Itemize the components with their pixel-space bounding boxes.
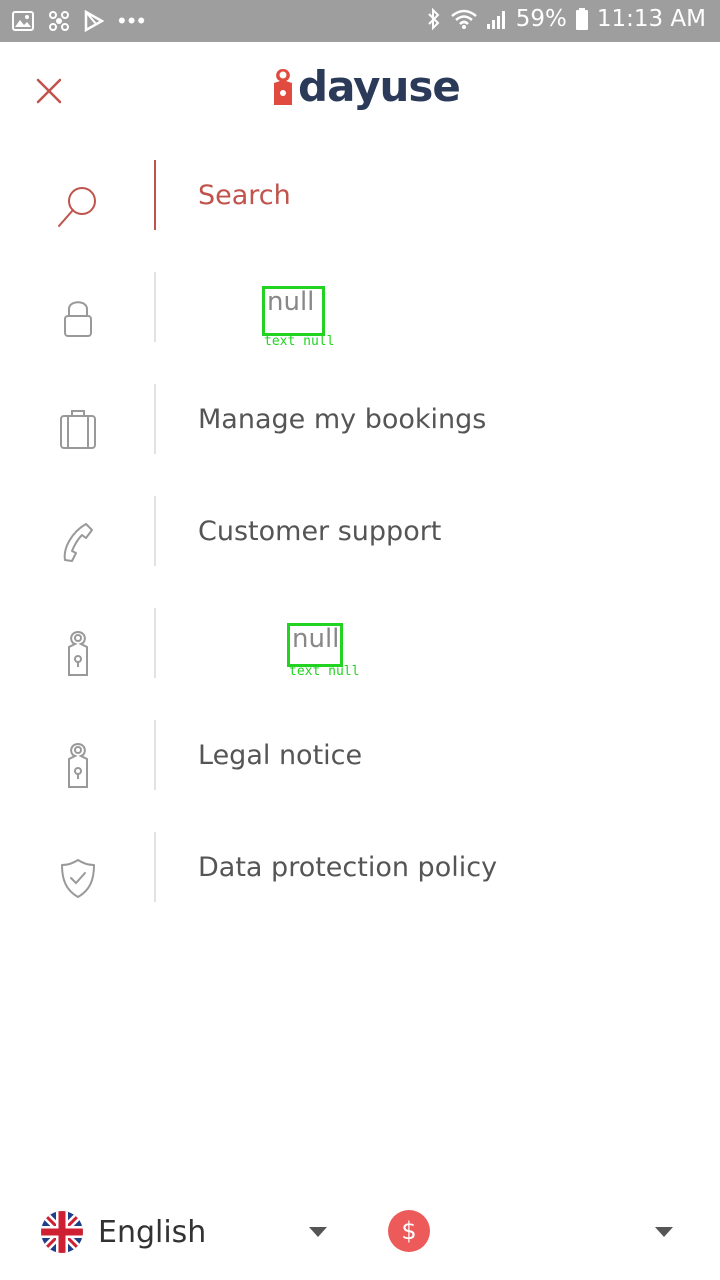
- menu-item-label: Search: [198, 180, 291, 211]
- currency-selector[interactable]: $: [388, 1210, 430, 1252]
- currency-dropdown-caret-icon[interactable]: [655, 1227, 673, 1237]
- lock-icon: [50, 290, 106, 346]
- menu-item-about[interactable]: null text null: [0, 608, 720, 720]
- menu-divider: [154, 272, 156, 342]
- suitcase-icon: [50, 402, 106, 458]
- signal-icon: [486, 11, 505, 29]
- menu-divider: [154, 832, 156, 902]
- play-store-icon: [84, 10, 104, 32]
- menu-item-customer-support[interactable]: Customer support: [0, 496, 720, 608]
- battery-percent: 59%: [515, 6, 567, 32]
- footer: English $: [0, 1190, 720, 1280]
- clock: 11:13 AM: [596, 6, 706, 32]
- menu-item-login[interactable]: null text null: [0, 272, 720, 384]
- door-hanger-icon: [50, 626, 106, 682]
- null-caption: text null: [289, 664, 360, 679]
- menu-item-label: Legal notice: [198, 740, 363, 771]
- shield-check-icon: [50, 850, 106, 906]
- close-icon: [36, 78, 62, 104]
- null-caption: text null: [264, 334, 335, 349]
- uk-flag-icon: [41, 1211, 83, 1253]
- menu-divider: [154, 384, 156, 454]
- null-text-box: null: [287, 623, 343, 667]
- menu-item-data-protection[interactable]: Data protection policy: [0, 832, 720, 944]
- menu-divider: [154, 608, 156, 678]
- status-bar: ••• 59% 11:13 AM: [0, 0, 720, 42]
- battery-icon: [575, 8, 588, 30]
- door-hanger-icon: [50, 738, 106, 794]
- logo-text: dayuse: [298, 62, 461, 111]
- door-hanger-logo-icon: [274, 68, 292, 105]
- bluetooth-icon: [427, 7, 440, 31]
- menu-divider: [154, 720, 156, 790]
- null-text-box: null: [262, 286, 325, 336]
- language-dropdown-caret-icon[interactable]: [309, 1227, 327, 1237]
- menu-divider: [154, 160, 156, 230]
- menu-item-label: Data protection policy: [198, 852, 498, 883]
- menu-item-label: Customer support: [198, 516, 442, 547]
- gallery-icon: [12, 11, 34, 31]
- dayuse-logo: dayuse: [270, 62, 461, 111]
- menu-divider: [154, 496, 156, 566]
- menu-item-legal-notice[interactable]: Legal notice: [0, 720, 720, 832]
- language-selector[interactable]: English: [40, 1210, 206, 1254]
- fan-icon: [49, 11, 69, 31]
- search-icon: [50, 178, 106, 234]
- wifi-icon: [450, 9, 477, 29]
- dollar-icon: $: [401, 1217, 417, 1245]
- more-notifications: •••: [118, 8, 148, 33]
- menu-item-search[interactable]: Search: [0, 160, 720, 272]
- menu-item-label: Manage my bookings: [198, 404, 487, 435]
- language-label: English: [98, 1214, 207, 1250]
- phone-icon: [50, 514, 106, 570]
- menu-item-manage-bookings[interactable]: Manage my bookings: [0, 384, 720, 496]
- close-button[interactable]: [30, 72, 68, 110]
